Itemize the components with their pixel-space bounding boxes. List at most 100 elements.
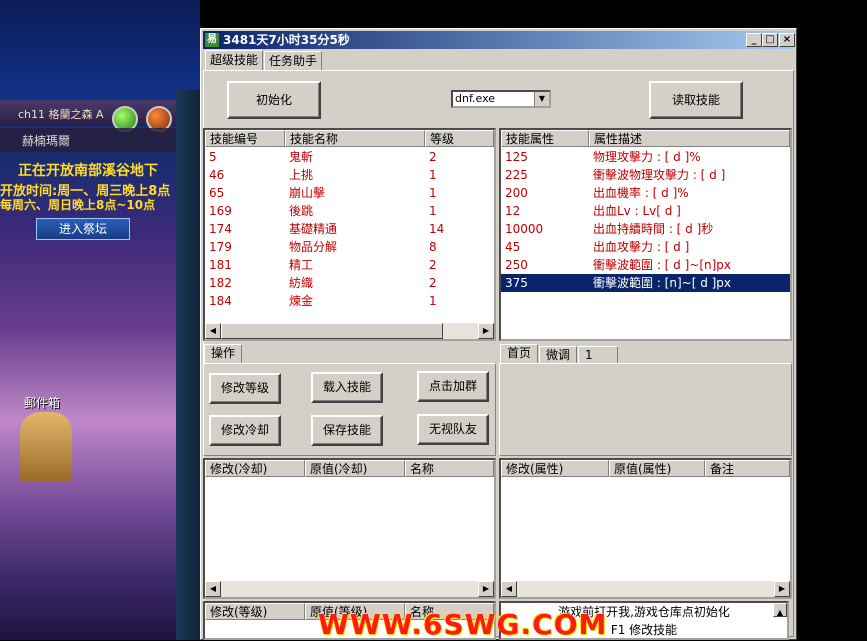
table-row[interactable]: 12 出血Lv : Lv[ d ] <box>501 202 790 220</box>
skills-list[interactable]: 技能编号 技能名称 等级 5 鬼斬 2 46 上挑 1 65 崩山擊 1 169 後跳 1 174 基礎精… <box>203 128 496 341</box>
tab-super-skill[interactable]: 超级技能 <box>205 50 264 71</box>
attr-value-cell: 45 <box>505 240 521 254</box>
notice-line-1: 正在开放南部溪谷地下 <box>18 163 158 179</box>
load-skill-button[interactable]: 载入技能 <box>311 372 383 403</box>
skill-name-cell: 精工 <box>289 258 314 272</box>
attr-value-cell: 12 <box>505 204 521 218</box>
col-skill-name[interactable]: 技能名称 <box>285 130 425 147</box>
window-title: 3481天7小时35分5秒 <box>223 33 350 47</box>
modify-cooldown-button[interactable]: 修改冷却 <box>209 415 281 446</box>
process-select[interactable]: dnf.exe ▼ <box>451 90 551 108</box>
col-skill-level[interactable]: 等级 <box>425 130 494 147</box>
skills-hscroll[interactable]: ◀ ▶ <box>205 323 494 339</box>
attr-desc-cell: 出血機率 : [ d ]% <box>593 186 689 200</box>
tab-one[interactable]: 1 <box>578 346 619 363</box>
attr-value-cell: 10000 <box>505 222 544 236</box>
scroll-right-icon[interactable]: ▶ <box>774 581 790 597</box>
save-skill-button[interactable]: 保存技能 <box>311 415 383 446</box>
table-row[interactable]: 5 鬼斬 2 <box>205 148 494 166</box>
col-cd-modify[interactable]: 修改(冷却) <box>205 460 305 477</box>
skill-id-cell: 179 <box>209 240 232 254</box>
maximize-button[interactable]: □ <box>762 33 778 47</box>
attr-value-cell: 225 <box>505 168 528 182</box>
table-row[interactable]: 45 出血攻擊力 : [ d ] <box>501 238 790 256</box>
col-attr-modify[interactable]: 修改(属性) <box>501 460 609 477</box>
col-lv-modify[interactable]: 修改(等级) <box>205 603 305 620</box>
table-row[interactable]: 250 衝擊波範圍 : [ d ]~[n]px <box>501 256 790 274</box>
game-side-strip <box>176 90 200 640</box>
channel-label: ch11 格蘭之森 A <box>18 108 104 121</box>
skill-name-cell: 鬼斬 <box>289 150 314 164</box>
player-name: 赫楠瑪爾 <box>22 134 71 148</box>
skill-level-cell: 1 <box>429 168 437 182</box>
tab-home[interactable]: 首页 <box>500 344 539 363</box>
scroll-left-icon[interactable]: ◀ <box>205 581 221 597</box>
table-row[interactable]: 179 物品分解 8 <box>205 238 494 256</box>
attr-modify-list-header: 修改(属性) 原值(属性) 备注 <box>501 460 790 477</box>
attr-value-cell: 375 <box>505 276 528 290</box>
table-row[interactable]: 181 精工 2 <box>205 256 494 274</box>
table-row[interactable]: 169 後跳 1 <box>205 202 494 220</box>
scroll-left-icon[interactable]: ◀ <box>501 581 517 597</box>
skill-id-cell: 174 <box>209 222 232 236</box>
skill-name-cell: 崩山擊 <box>289 186 326 200</box>
tab-fine-tune[interactable]: 微调 <box>539 346 578 363</box>
scroll-right-icon[interactable]: ▶ <box>478 323 494 339</box>
attr-modify-list[interactable]: 修改(属性) 原值(属性) 备注 ◀ ▶ <box>499 458 792 599</box>
skills-rows: 5 鬼斬 2 46 上挑 1 65 崩山擊 1 169 後跳 1 174 基礎精通 14 179 物品分解 8 18… <box>205 148 494 310</box>
join-group-button[interactable]: 点击加群 <box>417 371 489 402</box>
table-row[interactable]: 200 出血機率 : [ d ]% <box>501 184 790 202</box>
cooldown-list[interactable]: 修改(冷却) 原值(冷却) 名称 ◀ ▶ <box>203 458 496 599</box>
modify-level-button[interactable]: 修改等级 <box>209 373 281 404</box>
skill-level-cell: 1 <box>429 204 437 218</box>
skill-level-cell: 2 <box>429 258 437 272</box>
title-bar: 易 3481天7小时35分5秒 _ □ × <box>203 31 795 49</box>
tab-quest-helper[interactable]: 任务助手 <box>264 51 323 70</box>
chevron-down-icon[interactable]: ▼ <box>534 92 549 106</box>
table-row[interactable]: 46 上挑 1 <box>205 166 494 184</box>
col-attr-note[interactable]: 备注 <box>705 460 790 477</box>
table-row[interactable]: 225 衝擊波物理攻擊力 : [ d ] <box>501 166 790 184</box>
table-row[interactable]: 125 物理攻擊力 : [ d ]% <box>501 148 790 166</box>
cooldown-hscroll[interactable]: ◀ ▶ <box>205 581 494 597</box>
col-cd-name[interactable]: 名称 <box>405 460 494 477</box>
game-background: ch11 格蘭之森 A 赫楠瑪爾 正在开放南部溪谷地下 开放时间:周一、周三晚上… <box>0 0 200 640</box>
col-cd-original[interactable]: 原值(冷却) <box>305 460 405 477</box>
scroll-thumb[interactable] <box>221 323 443 339</box>
col-skill-id[interactable]: 技能编号 <box>205 130 285 147</box>
table-row[interactable]: 65 崩山擊 1 <box>205 184 494 202</box>
cooldown-list-header: 修改(冷却) 原值(冷却) 名称 <box>205 460 494 477</box>
skill-name-cell: 上挑 <box>289 168 314 182</box>
table-row[interactable]: 10000 出血持續時間 : [ d ]秒 <box>501 220 790 238</box>
table-row[interactable]: 182 紡織 2 <box>205 274 494 292</box>
table-row[interactable]: 184 煉金 1 <box>205 292 494 310</box>
scroll-right-icon[interactable]: ▶ <box>478 581 494 597</box>
close-button[interactable]: × <box>779 33 795 47</box>
col-attr-desc[interactable]: 属性描述 <box>589 130 790 147</box>
attr-list-header: 技能属性 属性描述 <box>501 130 790 147</box>
attr-value-cell: 125 <box>505 150 528 164</box>
table-row[interactable]: 375 衝擊波範圍 : [n]~[ d ]px <box>501 274 790 292</box>
attr-desc-cell: 衝擊波物理攻擊力 : [ d ] <box>593 168 726 182</box>
skill-name-cell: 煉金 <box>289 294 314 308</box>
col-attr-value[interactable]: 技能属性 <box>501 130 589 147</box>
scroll-left-icon[interactable]: ◀ <box>205 323 221 339</box>
skill-name-cell: 基礎精通 <box>289 222 338 236</box>
attr-list[interactable]: 技能属性 属性描述 125 物理攻擊力 : [ d ]% 225 衝擊波物理攻擊力 :… <box>499 128 792 341</box>
attr-desc-cell: 衝擊波範圍 : [ d ]~[n]px <box>593 258 732 272</box>
ignore-teammates-button[interactable]: 无视队友 <box>417 414 489 445</box>
tab-operations[interactable]: 操作 <box>204 344 243 363</box>
col-attr-original[interactable]: 原值(属性) <box>609 460 705 477</box>
table-row[interactable]: 174 基礎精通 14 <box>205 220 494 238</box>
init-button[interactable]: 初始化 <box>227 81 321 119</box>
ops-tabs: 操作 <box>204 344 243 364</box>
scroll-up-icon[interactable]: ▲ <box>773 603 787 617</box>
main-tabs: 超级技能 任务助手 <box>205 50 323 71</box>
attr-modify-hscroll[interactable]: ◀ ▶ <box>501 581 790 597</box>
site-watermark: WWW.6SWG.COM <box>318 608 608 641</box>
skill-id-cell: 169 <box>209 204 232 218</box>
read-skill-button[interactable]: 读取技能 <box>649 81 743 119</box>
skill-level-cell: 1 <box>429 294 437 308</box>
enter-altar-button[interactable]: 进入祭坛 <box>36 218 130 240</box>
minimize-button[interactable]: _ <box>746 33 762 47</box>
